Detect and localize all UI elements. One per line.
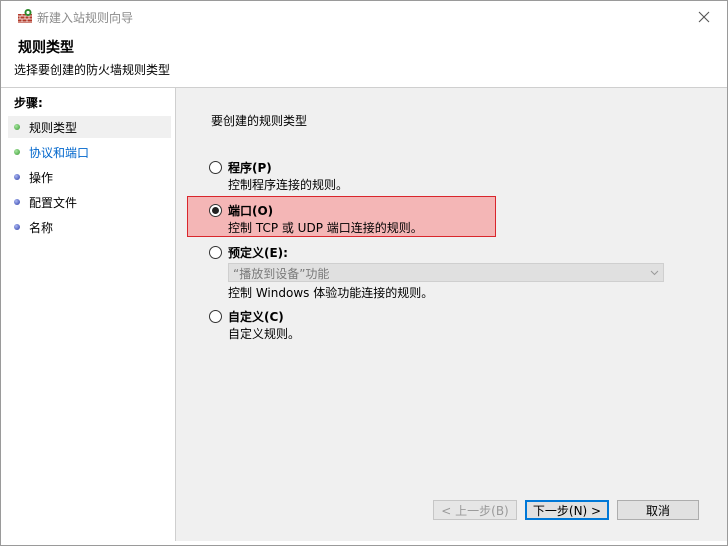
step-complete-icon	[14, 149, 20, 155]
rule-type-question: 要创建的规则类型	[211, 114, 308, 128]
step-pending-icon	[14, 199, 20, 205]
step-rule-type: 规则类型	[8, 116, 171, 138]
option-description: 控制程序连接的规则。	[228, 178, 349, 192]
step-pending-icon	[14, 224, 20, 230]
step-name: 名称	[8, 216, 171, 238]
close-icon	[698, 11, 710, 22]
step-action: 操作	[8, 166, 171, 188]
option-title[interactable]: 预定义(E):	[228, 244, 288, 261]
step-complete-icon	[14, 124, 20, 130]
step-protocol-and-ports[interactable]: 协议和端口	[8, 141, 171, 163]
custom-radio[interactable]	[209, 310, 222, 323]
predefined-radio[interactable]	[209, 246, 222, 259]
port-radio[interactable]	[209, 204, 222, 217]
title-bar: 新建入站规则向导	[1, 1, 727, 32]
step-pending-icon	[14, 174, 20, 180]
radio-selected-dot	[212, 207, 219, 214]
cancel-button[interactable]: 取消	[617, 500, 699, 520]
close-button[interactable]	[681, 1, 727, 32]
chevron-down-icon	[650, 270, 659, 276]
firewall-icon	[17, 8, 33, 24]
option-description: 控制 TCP 或 UDP 端口连接的规则。	[228, 221, 423, 235]
step-label: 名称	[29, 220, 54, 235]
option-description: 自定义规则。	[228, 327, 301, 341]
page-title: 规则类型	[18, 40, 74, 56]
wizard-header: 规则类型 选择要创建的防火墙规则类型	[1, 32, 727, 88]
back-button[interactable]: < 上一步(B)	[433, 500, 517, 520]
step-label: 操作	[29, 170, 54, 185]
step-label[interactable]: 协议和端口	[29, 144, 89, 161]
step-label: 规则类型	[29, 120, 78, 135]
option-title[interactable]: 端口(O)	[228, 202, 273, 219]
option-title[interactable]: 自定义(C)	[228, 308, 284, 325]
steps-heading: 步骤:	[14, 96, 43, 110]
dropdown-value: “播放到设备”功能	[233, 267, 330, 281]
content-area: 要创建的规则类型 程序(P) 控制程序连接的规则。 端口(O) 控制 TCP 或…	[176, 88, 727, 541]
option-description: 控制 Windows 体验功能连接的规则。	[228, 286, 434, 300]
window-title: 新建入站规则向导	[37, 11, 134, 25]
steps-panel: 步骤: 规则类型 协议和端口 操作 配置文件 名称	[1, 88, 176, 541]
program-radio[interactable]	[209, 161, 222, 174]
wizard-window: 新建入站规则向导 规则类型 选择要创建的防火墙规则类型 步骤: 规则类型 协议和…	[0, 0, 728, 546]
step-label: 配置文件	[29, 195, 78, 210]
predefined-dropdown: “播放到设备”功能	[228, 263, 664, 282]
option-title[interactable]: 程序(P)	[228, 159, 272, 176]
page-subtitle: 选择要创建的防火墙规则类型	[14, 63, 171, 77]
step-profile: 配置文件	[8, 191, 171, 213]
next-button[interactable]: 下一步(N) >	[525, 500, 609, 520]
